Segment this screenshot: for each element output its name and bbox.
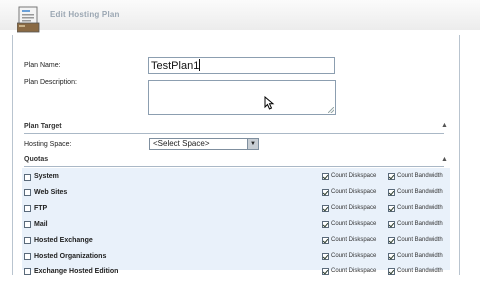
plan-target-section-title: Plan Target: [24, 123, 62, 130]
count-bandwidth-label: Count Bandwidth: [397, 221, 443, 227]
quota-name: System: [34, 173, 59, 180]
count-diskspace-label: Count Diskspace: [331, 237, 377, 243]
quota-row-exchange-hosted-edition: Exchange Hosted Edition Count Diskspace …: [22, 265, 450, 281]
hosting-space-select[interactable]: <Select Space> ▼: [149, 138, 259, 150]
quota-checkbox[interactable]: [24, 237, 31, 244]
count-diskspace-label: Count Diskspace: [331, 205, 377, 211]
count-bandwidth-label: Count Bandwidth: [397, 205, 443, 211]
chevron-up-icon[interactable]: ▲: [441, 156, 448, 163]
dropdown-arrow-icon[interactable]: ▼: [247, 139, 258, 149]
resize-grip-icon[interactable]: [328, 107, 334, 113]
hosting-space-label: Hosting Space:: [24, 141, 72, 148]
page-title: Edit Hosting Plan: [50, 10, 120, 19]
count-diskspace-checkbox[interactable]: [322, 205, 329, 212]
quota-name: Mail: [34, 221, 48, 228]
count-bandwidth-label: Count Bandwidth: [397, 237, 443, 243]
plan-name-value: TestPlan1: [151, 60, 200, 72]
quota-row-hosted-exchange: Hosted Exchange Count Diskspace Count Ba…: [22, 234, 450, 250]
count-diskspace-checkbox[interactable]: [322, 268, 329, 275]
hosting-plan-icon: [17, 6, 40, 33]
count-bandwidth-checkbox[interactable]: [388, 268, 395, 275]
count-bandwidth-label: Count Bandwidth: [397, 189, 443, 195]
quotas-section-title: Quotas: [24, 156, 49, 163]
hosting-space-value: <Select Space>: [153, 139, 210, 148]
quota-checkbox[interactable]: [24, 189, 31, 196]
count-bandwidth-label: Count Bandwidth: [397, 173, 443, 179]
count-bandwidth-checkbox[interactable]: [388, 205, 395, 212]
quota-checkbox[interactable]: [24, 268, 31, 275]
quota-checkbox[interactable]: [24, 174, 31, 181]
section-divider: [24, 166, 444, 167]
plan-description-textarea[interactable]: [148, 80, 336, 115]
quota-checkbox[interactable]: [24, 253, 31, 260]
quota-row-hosted-organizations: Hosted Organizations Count Diskspace Cou…: [22, 250, 450, 266]
plan-name-label: Plan Name:: [24, 62, 61, 69]
count-diskspace-checkbox[interactable]: [322, 173, 329, 180]
count-diskspace-checkbox[interactable]: [322, 189, 329, 196]
quotas-list: System Count Diskspace Count Bandwidth W…: [22, 168, 450, 275]
plan-description-label: Plan Description:: [24, 79, 77, 86]
quota-name: FTP: [34, 205, 48, 212]
quota-row-mail: Mail Count Diskspace Count Bandwidth: [22, 218, 450, 234]
count-diskspace-label: Count Diskspace: [331, 268, 377, 274]
text-caret: [199, 59, 201, 71]
count-diskspace-label: Count Diskspace: [331, 221, 377, 227]
quota-name: Hosted Organizations: [34, 253, 107, 260]
quota-name: Web Sites: [34, 189, 68, 196]
count-bandwidth-checkbox[interactable]: [388, 253, 395, 260]
count-diskspace-checkbox[interactable]: [322, 237, 329, 244]
quota-checkbox[interactable]: [24, 221, 31, 228]
count-bandwidth-label: Count Bandwidth: [397, 253, 443, 259]
quota-checkbox[interactable]: [24, 205, 31, 212]
count-diskspace-label: Count Diskspace: [331, 189, 377, 195]
count-bandwidth-checkbox[interactable]: [388, 189, 395, 196]
quota-row-web-sites: Web Sites Count Diskspace Count Bandwidt…: [22, 186, 450, 202]
plan-name-input[interactable]: TestPlan1: [148, 57, 335, 74]
count-bandwidth-checkbox[interactable]: [388, 221, 395, 228]
count-bandwidth-checkbox[interactable]: [388, 237, 395, 244]
quota-row-ftp: FTP Count Diskspace Count Bandwidth: [22, 202, 450, 218]
count-bandwidth-checkbox[interactable]: [388, 173, 395, 180]
quota-row-system: System Count Diskspace Count Bandwidth: [22, 170, 450, 186]
count-diskspace-label: Count Diskspace: [331, 253, 377, 259]
count-bandwidth-label: Count Bandwidth: [397, 268, 443, 274]
quota-name: Exchange Hosted Edition: [34, 268, 119, 275]
count-diskspace-checkbox[interactable]: [322, 253, 329, 260]
section-divider: [24, 133, 444, 134]
count-diskspace-label: Count Diskspace: [331, 173, 377, 179]
quota-name: Hosted Exchange: [34, 237, 93, 244]
mouse-pointer-icon: [264, 96, 275, 110]
page-header: Edit Hosting Plan: [0, 0, 480, 33]
count-diskspace-checkbox[interactable]: [322, 221, 329, 228]
chevron-up-icon[interactable]: ▲: [441, 122, 448, 129]
